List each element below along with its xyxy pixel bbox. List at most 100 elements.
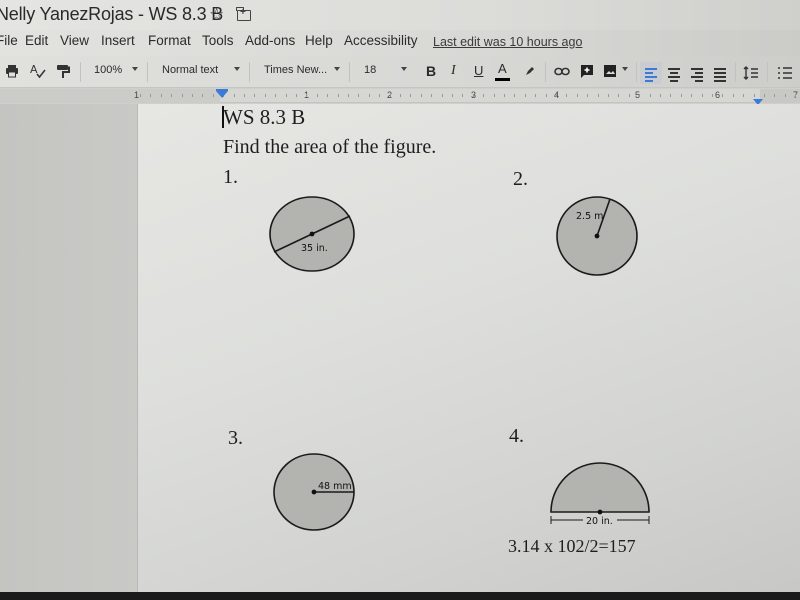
ruler-tick: [618, 94, 619, 97]
chevron-down-icon[interactable]: [334, 67, 340, 71]
italic-button[interactable]: I: [451, 63, 456, 79]
figure-4-label: 20 in.: [586, 516, 613, 527]
ruler-tick: [577, 94, 578, 97]
left-indent-handle[interactable]: [216, 91, 228, 98]
ruler-tick: [244, 94, 245, 97]
highlight-pen-icon[interactable]: [524, 65, 536, 77]
line-spacing-icon[interactable]: [743, 66, 759, 80]
ruler-tick: [452, 94, 453, 97]
ruler-tick: [785, 94, 786, 97]
print-icon[interactable]: [5, 64, 19, 78]
figure-1-center-dot: [309, 231, 315, 237]
ruler-tick: [525, 94, 526, 97]
ruler-tick: [483, 94, 484, 97]
chevron-down-icon[interactable]: [401, 67, 407, 71]
ruler-tick: [379, 94, 380, 97]
figure-4-semicircle: 20 in.: [550, 462, 650, 527]
ruler-tick: [722, 94, 723, 97]
figure-3-label: 48 mm: [318, 481, 352, 492]
ruler-tick: [754, 94, 755, 97]
chevron-down-icon[interactable]: [234, 67, 240, 71]
align-center-icon[interactable]: [668, 68, 680, 84]
figure-3-center-dot: [311, 489, 317, 495]
ruler-tick: [462, 94, 463, 97]
font-select[interactable]: Times New...: [264, 64, 327, 76]
menu-tools[interactable]: Tools: [202, 33, 234, 48]
problem-number-2: 2.: [513, 168, 528, 190]
ruler-tick: [556, 94, 557, 97]
star-icon[interactable]: ☆: [209, 5, 224, 25]
paint-format-icon[interactable]: [56, 64, 70, 79]
ruler-tick: [702, 94, 703, 97]
text-color-button[interactable]: A: [498, 61, 507, 76]
style-select[interactable]: Normal text: [162, 64, 218, 76]
spellcheck-icon[interactable]: A: [30, 63, 46, 79]
figure-3-circle-radius: 48 mm: [273, 453, 355, 531]
ruler-tick: [234, 94, 235, 97]
align-right-icon[interactable]: [691, 68, 703, 84]
ruler-tick: [650, 94, 651, 97]
ruler-tick: [514, 94, 515, 97]
ruler-tick: [327, 94, 328, 97]
menu-file[interactable]: File: [0, 33, 18, 48]
ruler-tick: [473, 94, 474, 97]
ruler-tick: [161, 94, 162, 97]
last-edit-link[interactable]: Last edit was 10 hours ago: [433, 35, 582, 49]
figure-2-label: 2.5 m: [576, 211, 603, 222]
ruler-tick: [670, 94, 671, 97]
menu-format[interactable]: Format: [148, 33, 191, 48]
ruler-tick: [202, 94, 203, 97]
ruler-tick: [733, 94, 734, 97]
figure-1-label: 35 in.: [301, 243, 328, 254]
ruler-tick: [275, 94, 276, 97]
document-title[interactable]: Nelly YanezRojas - WS 8.3 B: [0, 4, 223, 25]
menu-edit[interactable]: Edit: [25, 33, 48, 48]
ruler-tick: [743, 94, 744, 97]
ruler-tick: [369, 94, 370, 97]
add-comment-icon[interactable]: [580, 64, 594, 78]
ruler-tick: [431, 94, 432, 97]
ruler-tick: [296, 94, 297, 97]
align-left-icon[interactable]: [645, 68, 657, 84]
ruler-tick: [265, 94, 266, 97]
underline-button[interactable]: U: [474, 63, 483, 78]
menu-insert[interactable]: Insert: [101, 33, 135, 48]
ruler-tick: [213, 94, 214, 97]
problem-number-1: 1.: [223, 166, 238, 188]
link-icon[interactable]: [554, 67, 570, 77]
chevron-down-icon[interactable]: [132, 67, 138, 71]
ruler-tick: [681, 94, 682, 97]
horizontal-ruler[interactable]: 1 1 2 3 4 5 6 7: [0, 89, 800, 103]
menu-accessibility[interactable]: Accessibility: [344, 33, 418, 48]
svg-text:A: A: [30, 63, 38, 76]
ruler-tick: [608, 94, 609, 97]
answer-text-4[interactable]: 3.14 x 102/2=157: [508, 536, 636, 557]
ruler-tick: [504, 94, 505, 97]
ruler-tick: [764, 94, 765, 97]
ruler-tick: [535, 94, 536, 97]
ruler-tick: [254, 94, 255, 97]
menu-add-ons[interactable]: Add-ons: [245, 33, 295, 48]
ruler-tick: [566, 94, 567, 97]
zoom-select[interactable]: 100%: [94, 64, 122, 76]
insert-image-icon[interactable]: [603, 64, 617, 78]
figure-4-center-dot: [597, 509, 603, 515]
ruler-tick: [317, 94, 318, 97]
ruler-tick: [286, 94, 287, 97]
ruler-tick: [546, 94, 547, 97]
move-to-folder-icon[interactable]: [236, 7, 251, 21]
ruler-tick: [442, 94, 443, 97]
instruction-text[interactable]: Find the area of the figure.: [223, 136, 436, 159]
justify-icon[interactable]: [714, 68, 726, 84]
font-size-input[interactable]: 18: [364, 64, 376, 76]
ruler-tick: [192, 94, 193, 97]
worksheet-heading[interactable]: WS 8.3 B: [223, 105, 305, 130]
figure-2-circle-radius: 2.5 m: [556, 196, 638, 276]
chevron-down-icon[interactable]: [622, 67, 628, 71]
menu-view[interactable]: View: [60, 33, 89, 48]
bold-button[interactable]: B: [426, 63, 436, 79]
menu-help[interactable]: Help: [305, 33, 333, 48]
numbered-list-icon[interactable]: [777, 66, 793, 80]
ruler-tick: [390, 94, 391, 97]
title-bar: Nelly YanezRojas - WS 8.3 B ☆: [0, 0, 800, 30]
